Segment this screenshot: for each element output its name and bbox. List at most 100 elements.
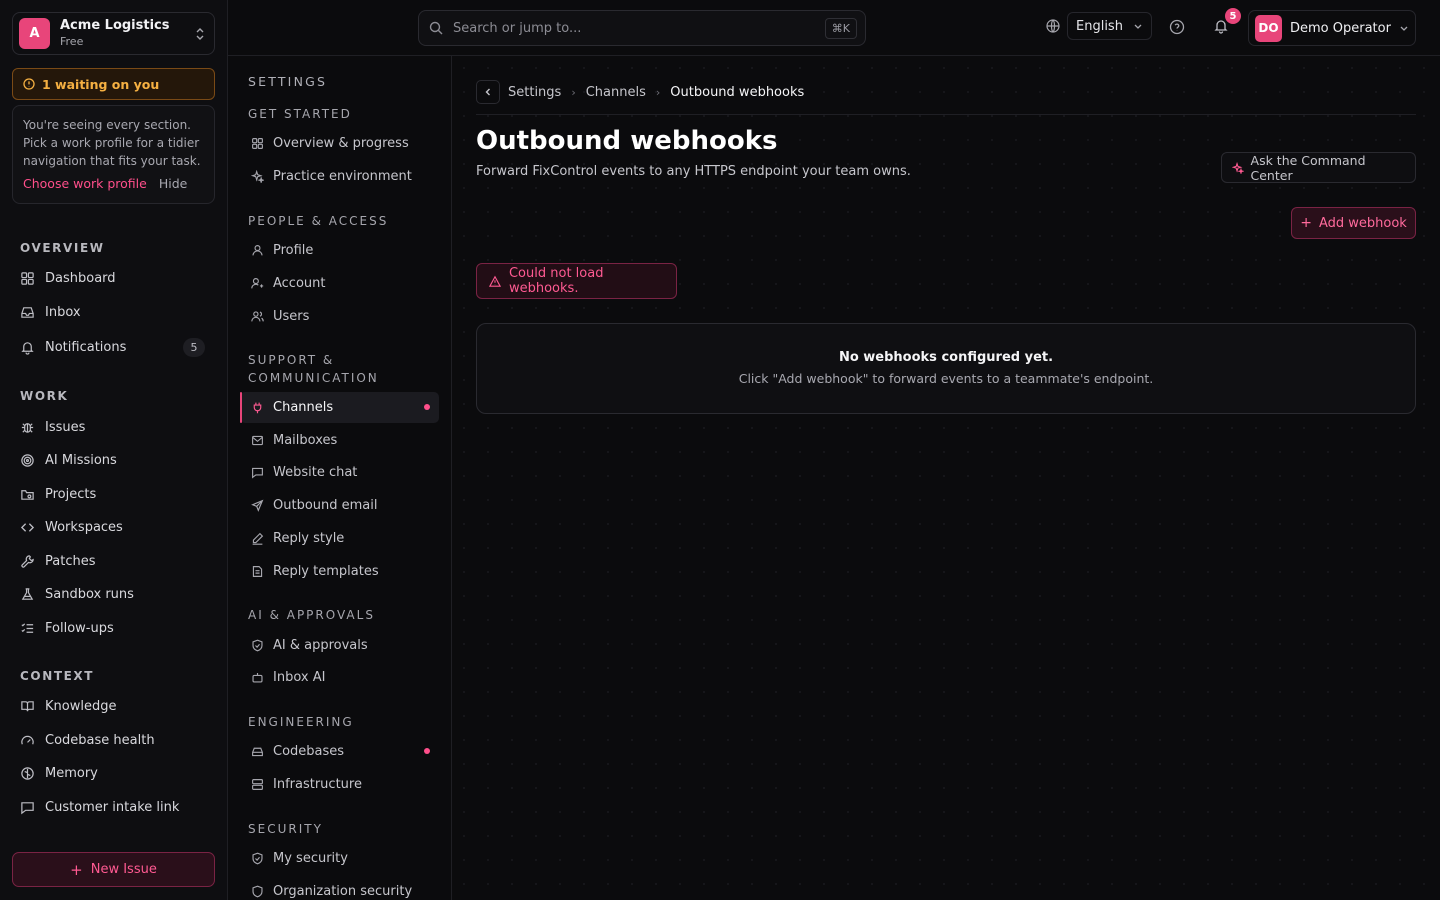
shield-icon bbox=[252, 885, 263, 898]
settings-item-reply-style[interactable]: Reply style bbox=[240, 523, 439, 554]
breadcrumb-channels[interactable]: Channels bbox=[586, 85, 646, 100]
sparkles-icon bbox=[251, 170, 264, 183]
wrench-icon bbox=[21, 554, 34, 568]
settings-item-label: Practice environment bbox=[273, 169, 412, 184]
settings-item-label: Inbox AI bbox=[273, 670, 326, 685]
settings-item-mailboxes[interactable]: Mailboxes bbox=[240, 425, 439, 456]
waiting-on-you-banner[interactable]: 1 waiting on you bbox=[12, 68, 215, 100]
settings-item-infrastructure[interactable]: Infrastructure bbox=[240, 769, 439, 800]
user-menu[interactable]: DO Demo Operator bbox=[1248, 10, 1416, 46]
sidebar-item-label: Dashboard bbox=[45, 270, 116, 286]
user-name: Demo Operator bbox=[1290, 20, 1391, 36]
bot-icon bbox=[252, 673, 263, 683]
new-issue-button[interactable]: + New Issue bbox=[12, 852, 215, 887]
search-placeholder: Search or jump to... bbox=[453, 20, 582, 36]
sidebar-item-notifications[interactable]: Notifications 5 bbox=[12, 332, 215, 362]
sidebar-item-workspaces[interactable]: Workspaces bbox=[12, 512, 215, 542]
sidebar-item-label: Sandbox runs bbox=[45, 586, 134, 602]
work-profile-card: You're seeing every section. Pick a work… bbox=[12, 105, 215, 204]
divider bbox=[476, 114, 1416, 115]
server-icon bbox=[252, 779, 263, 790]
settings-item-channels[interactable]: Channels bbox=[240, 392, 439, 423]
settings-group-get-started: GET STARTED bbox=[248, 107, 352, 121]
language-select[interactable]: English bbox=[1067, 12, 1152, 40]
main-sidebar: A Acme Logistics Free 1 waiting on you Y… bbox=[0, 0, 228, 900]
settings-item-label: Reply templates bbox=[273, 564, 379, 579]
settings-item-users[interactable]: Users bbox=[240, 301, 439, 332]
sidebar-item-patches[interactable]: Patches bbox=[12, 546, 215, 576]
sidebar-item-codebase-health[interactable]: Codebase health bbox=[12, 725, 215, 755]
settings-item-label: Codebases bbox=[273, 744, 345, 759]
settings-item-practice-environment[interactable]: Practice environment bbox=[240, 161, 439, 192]
sidebar-item-label: Memory bbox=[45, 765, 98, 781]
send-icon bbox=[251, 499, 264, 512]
sidebar-item-memory[interactable]: Memory bbox=[12, 758, 215, 788]
settings-group-ai: AI & APPROVALS bbox=[248, 608, 375, 622]
sidebar-item-inbox[interactable]: Inbox bbox=[12, 297, 215, 327]
sidebar-item-label: AI Missions bbox=[45, 452, 117, 468]
ask-command-center-button[interactable]: Ask the Command Center bbox=[1221, 152, 1416, 183]
nav-section-work: WORK bbox=[20, 389, 69, 403]
search-shortcut: ⌘K bbox=[824, 18, 857, 39]
settings-item-account[interactable]: Account bbox=[240, 268, 439, 299]
sidebar-item-label: Follow-ups bbox=[45, 620, 114, 636]
sidebar-item-follow-ups[interactable]: Follow-ups bbox=[12, 613, 215, 643]
settings-item-organization-security[interactable]: Organization security bbox=[240, 876, 439, 900]
sidebar-item-knowledge[interactable]: Knowledge bbox=[12, 691, 215, 721]
sidebar-item-label: Projects bbox=[45, 486, 97, 502]
settings-item-website-chat[interactable]: Website chat bbox=[240, 457, 439, 488]
sidebar-item-sandbox-runs[interactable]: Sandbox runs bbox=[12, 579, 215, 609]
sidebar-item-label: Inbox bbox=[45, 304, 81, 320]
settings-item-ai-approvals[interactable]: AI & approvals bbox=[240, 630, 439, 661]
error-text: Could not load webhooks. bbox=[508, 266, 604, 296]
settings-item-label: Outbound email bbox=[273, 498, 378, 513]
settings-item-codebases[interactable]: Codebases bbox=[240, 736, 439, 767]
sidebar-item-issues[interactable]: Issues bbox=[12, 412, 215, 442]
settings-item-my-security[interactable]: My security bbox=[240, 843, 439, 874]
chat-icon bbox=[252, 467, 263, 479]
org-switcher[interactable]: A Acme Logistics Free bbox=[12, 12, 215, 55]
settings-group-security: SECURITY bbox=[248, 822, 323, 836]
new-issue-label: New Issue bbox=[90, 862, 157, 877]
nav-section-context: CONTEXT bbox=[20, 669, 95, 683]
settings-item-inbox-ai[interactable]: Inbox AI bbox=[240, 662, 439, 693]
search-input[interactable]: Search or jump to... ⌘K bbox=[418, 10, 866, 46]
sidebar-item-customer-intake-link[interactable]: Customer intake link bbox=[12, 792, 215, 822]
page-title: Outbound webhooks bbox=[476, 126, 778, 156]
sidebar-item-label: Issues bbox=[45, 419, 86, 435]
add-webhook-button[interactable]: + Add webhook bbox=[1291, 207, 1416, 239]
settings-item-outbound-email[interactable]: Outbound email bbox=[240, 490, 439, 521]
choose-work-profile-link[interactable]: Choose work profile bbox=[23, 176, 147, 191]
page-subtitle: Forward FixControl events to any HTTPS e… bbox=[476, 164, 911, 179]
breadcrumb: Settings › Channels › Outbound webhooks bbox=[476, 80, 804, 104]
attention-dot bbox=[424, 748, 430, 754]
gauge-icon bbox=[21, 735, 34, 744]
settings-item-label: Channels bbox=[273, 400, 334, 415]
attention-dot bbox=[424, 404, 430, 410]
users-icon bbox=[251, 311, 264, 322]
work-profile-text: You're seeing every section. Pick a work… bbox=[23, 118, 201, 168]
back-button[interactable] bbox=[476, 80, 500, 104]
sidebar-item-ai-missions[interactable]: AI Missions bbox=[12, 445, 215, 475]
grid-icon bbox=[252, 138, 263, 149]
sidebar-item-label: Notifications bbox=[45, 339, 127, 355]
grid-icon bbox=[21, 271, 34, 285]
hide-profile-card-button[interactable]: Hide bbox=[159, 176, 188, 191]
warning-triangle-icon bbox=[489, 275, 501, 287]
settings-item-profile[interactable]: Profile bbox=[240, 235, 439, 266]
breadcrumb-settings[interactable]: Settings bbox=[508, 85, 561, 100]
waiting-label: 1 waiting on you bbox=[42, 76, 160, 92]
main-content: Settings › Channels › Outbound webhooks … bbox=[452, 56, 1440, 900]
globe-icon bbox=[1046, 19, 1060, 33]
sidebar-item-projects[interactable]: Projects bbox=[12, 479, 215, 509]
sidebar-item-label: Patches bbox=[45, 553, 96, 569]
nav-section-overview: OVERVIEW bbox=[20, 241, 105, 255]
sidebar-item-dashboard[interactable]: Dashboard bbox=[12, 263, 215, 293]
notifications-count-badge: 5 bbox=[183, 338, 205, 357]
chevrons-up-down-icon bbox=[196, 27, 204, 40]
help-icon[interactable] bbox=[1169, 19, 1185, 35]
ask-command-center-label: Ask the Command Center bbox=[1250, 152, 1366, 183]
settings-item-reply-templates[interactable]: Reply templates bbox=[240, 556, 439, 587]
search-icon bbox=[429, 21, 443, 35]
settings-item-overview[interactable]: Overview & progress bbox=[240, 128, 439, 159]
